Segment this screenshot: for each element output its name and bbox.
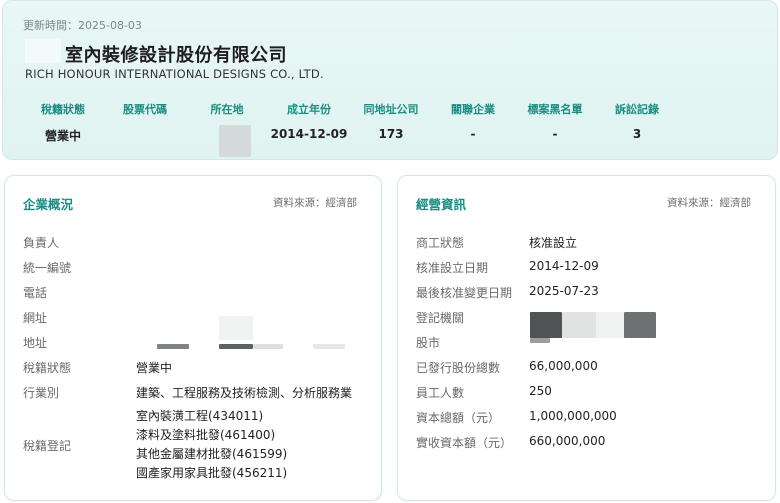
redacted-block <box>562 312 596 338</box>
redacted-block <box>624 312 656 338</box>
tax-registration-list: 室內裝潢工程(434011) 漆料及塗料批發(461400) 其他金屬建材批發(… <box>136 407 287 483</box>
stat-related-companies[interactable]: 關聯企業 - <box>433 101 513 141</box>
tax-item: 其他金屬建材批發(461599) <box>136 447 288 461</box>
company-name-en: RICH HONOUR INTERNATIONAL DESIGNS CO., L… <box>25 67 324 81</box>
overview-title: 企業概況 <box>23 197 74 212</box>
redacted-block <box>596 312 624 338</box>
redacted-block <box>313 344 345 349</box>
company-header: 更新時間：2025-08-03 室內裝修設計股份有限公司 RICH HONOUR… <box>2 0 778 160</box>
company-name-cn: 室內裝修設計股份有限公司 <box>65 45 287 66</box>
overview-card: 企業概況 資料來源：經濟部 負責人 統一編號 電話 網址 地址 稅籍狀態 營業中… <box>4 175 382 501</box>
stat-litigation[interactable]: 訴訟記錄 3 <box>597 101 677 141</box>
business-source: 資料來源：經濟部 <box>667 197 751 209</box>
tax-item: 室內裝潢工程(434011) <box>136 409 264 423</box>
redacted-block <box>157 344 189 349</box>
stat-tender-blacklist[interactable]: 標案黑名單 - <box>515 101 595 141</box>
stat-tax-status: 稅籍狀態 營業中 <box>41 103 85 143</box>
stat-stock-code[interactable]: 股票代碼 <box>105 101 185 127</box>
redacted-location <box>219 125 251 157</box>
redacted-block <box>219 316 253 340</box>
business-title: 經營資訊 <box>416 197 467 212</box>
stat-founded-year: 成立年份 2014-12-09 <box>270 103 348 141</box>
redacted-logo <box>25 39 61 63</box>
updated-time: 更新時間：2025-08-03 <box>23 19 142 32</box>
redacted-block <box>219 344 253 349</box>
tax-item: 國產家用家具批發(456211) <box>136 466 288 480</box>
overview-source: 資料來源：經濟部 <box>273 197 357 209</box>
company-stats: 稅籍狀態 營業中 股票代碼 所在地 成立年份 2014-12-09 同地址公司 … <box>25 101 685 151</box>
redacted-block <box>253 344 283 349</box>
business-card: 經營資訊 資料來源：經濟部 商工狀態 核准設立 核准設立日期 2014-12-0… <box>397 175 776 501</box>
stat-location: 所在地 <box>210 103 244 116</box>
redacted-block <box>530 338 550 343</box>
redacted-block <box>530 312 562 338</box>
stat-same-address[interactable]: 同地址公司 173 <box>351 101 431 141</box>
tax-item: 漆料及塗料批發(461400) <box>136 428 276 442</box>
